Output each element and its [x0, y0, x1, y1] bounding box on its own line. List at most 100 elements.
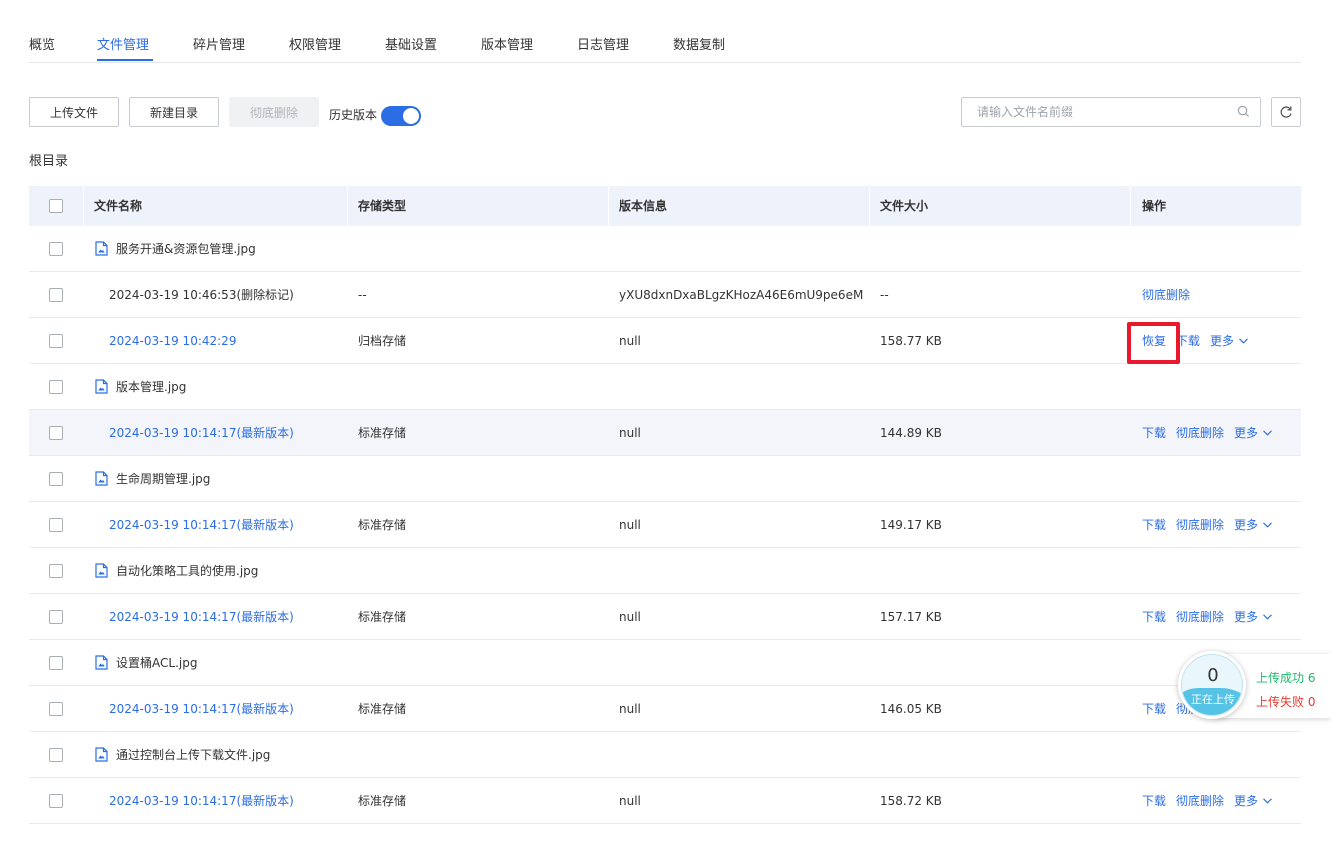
more-label: 更多 [1234, 426, 1259, 440]
row-checkbox[interactable] [49, 242, 63, 256]
search-input[interactable] [962, 98, 1232, 126]
refresh-button[interactable] [1271, 97, 1301, 127]
file-name: 设置桶ACL.jpg [116, 656, 198, 670]
restore-link[interactable]: 恢复 [1142, 318, 1166, 364]
image-file-icon [95, 241, 108, 256]
select-all-checkbox[interactable] [49, 199, 63, 213]
upload-file-button[interactable]: 上传文件 [29, 97, 119, 127]
version-time: 2024-03-19 10:46:53(删除标记) [109, 288, 294, 302]
breadcrumb: 根目录 [29, 154, 69, 169]
permanent-delete-link[interactable]: 彻底删除 [1176, 778, 1224, 824]
chevron-down-icon [1263, 522, 1272, 528]
header-file-size: 文件大小 [880, 199, 929, 213]
row-checkbox[interactable] [49, 564, 63, 578]
download-link[interactable]: 下载 [1142, 502, 1166, 548]
version-time[interactable]: 2024-03-19 10:14:17(最新版本) [109, 502, 294, 548]
new-directory-button[interactable]: 新建目录 [129, 97, 219, 127]
more-label: 更多 [1234, 610, 1259, 624]
version-time[interactable]: 2024-03-19 10:42:29 [109, 318, 236, 364]
tab-fragment-management[interactable]: 碎片管理 [193, 34, 245, 53]
uploading-label: 正在上传 [1191, 693, 1235, 706]
image-file-icon [95, 471, 108, 486]
history-version-toggle[interactable] [381, 106, 421, 126]
more-dropdown[interactable]: 更多 [1210, 318, 1248, 364]
header-actions: 操作 [1142, 199, 1167, 213]
more-label: 更多 [1234, 794, 1259, 808]
version-time[interactable]: 2024-03-19 10:14:17(最新版本) [109, 686, 294, 732]
chevron-down-icon [1239, 338, 1248, 344]
row-checkbox[interactable] [49, 794, 63, 808]
tab-file-management[interactable]: 文件管理 [97, 34, 149, 53]
storage-type: 标准存储 [358, 702, 407, 716]
permanent-delete-link[interactable]: 彻底删除 [1142, 272, 1190, 318]
more-dropdown[interactable]: 更多 [1234, 778, 1272, 824]
chevron-down-icon [1263, 798, 1272, 804]
row-checkbox[interactable] [49, 288, 63, 302]
file-table: 文件名称 存储类型 版本信息 文件大小 操作 服务开通&资源包管理.jpg 202… [29, 186, 1301, 824]
row-checkbox[interactable] [49, 748, 63, 762]
more-label: 更多 [1210, 334, 1235, 348]
row-checkbox[interactable] [49, 702, 63, 716]
file-size: -- [880, 288, 889, 302]
header-version-info: 版本信息 [619, 199, 668, 213]
file-size: 149.17 KB [880, 518, 942, 532]
header-file-name: 文件名称 [94, 199, 143, 213]
version-time[interactable]: 2024-03-19 10:14:17(最新版本) [109, 594, 294, 640]
image-file-icon [95, 655, 108, 670]
tab-permission-management[interactable]: 权限管理 [289, 34, 341, 53]
tab-overview[interactable]: 概览 [29, 34, 55, 53]
chevron-down-icon [1263, 614, 1272, 620]
permanent-delete-button[interactable]: 彻底删除 [229, 97, 319, 127]
toggle-knob [403, 108, 419, 124]
version-id: null [619, 334, 641, 348]
row-actions: 下载彻底删除更多 [1142, 502, 1272, 548]
row-checkbox[interactable] [49, 518, 63, 532]
storage-type: -- [358, 288, 367, 302]
row-checkbox[interactable] [49, 656, 63, 670]
tab-data-replication[interactable]: 数据复制 [673, 34, 725, 53]
active-tab-indicator [97, 59, 153, 61]
download-link[interactable]: 下载 [1142, 778, 1166, 824]
version-id: yXU8dxnDxaBLgzKHozA46E6mU9pe6eM [619, 288, 864, 302]
chevron-down-icon [1263, 430, 1272, 436]
image-file-icon [95, 747, 108, 762]
file-size: 144.89 KB [880, 426, 942, 440]
table-body: 服务开通&资源包管理.jpg 2024-03-19 10:46:53(删除标记) -… [29, 226, 1301, 824]
table-row: 生命周期管理.jpg [29, 456, 1301, 502]
table-row: 2024-03-19 10:14:17(最新版本) 标准存储 null 144.89 … [29, 410, 1301, 456]
table-row: 2024-03-19 10:14:17(最新版本) 标准存储 null 158.72 … [29, 778, 1301, 824]
table-row: 自动化策略工具的使用.jpg [29, 548, 1301, 594]
table-row: 2024-03-19 10:14:17(最新版本) 标准存储 null 149.17 … [29, 502, 1301, 548]
row-checkbox[interactable] [49, 380, 63, 394]
version-id: null [619, 426, 641, 440]
upload-progress-ball[interactable]: 0 正在上传 [1178, 651, 1246, 719]
search-icon[interactable] [1237, 105, 1250, 118]
image-file-icon [95, 379, 108, 394]
tab-basic-settings[interactable]: 基础设置 [385, 34, 437, 53]
row-checkbox[interactable] [49, 610, 63, 624]
download-link[interactable]: 下载 [1142, 594, 1166, 640]
tab-log-management[interactable]: 日志管理 [577, 34, 629, 53]
version-time[interactable]: 2024-03-19 10:14:17(最新版本) [109, 410, 294, 456]
table-row: 2024-03-19 10:14:17(最新版本) 标准存储 null 157.17 … [29, 594, 1301, 640]
row-checkbox[interactable] [49, 472, 63, 486]
permanent-delete-link[interactable]: 彻底删除 [1176, 594, 1224, 640]
version-time[interactable]: 2024-03-19 10:14:17(最新版本) [109, 778, 294, 824]
download-link[interactable]: 下载 [1142, 686, 1166, 732]
download-link[interactable]: 下载 [1176, 318, 1200, 364]
permanent-delete-link[interactable]: 彻底删除 [1176, 410, 1224, 456]
file-name: 服务开通&资源包管理.jpg [116, 242, 256, 256]
permanent-delete-link[interactable]: 彻底删除 [1176, 502, 1224, 548]
download-link[interactable]: 下载 [1142, 410, 1166, 456]
more-dropdown[interactable]: 更多 [1234, 594, 1272, 640]
table-row: 版本管理.jpg [29, 364, 1301, 410]
row-checkbox[interactable] [49, 334, 63, 348]
tab-version-management[interactable]: 版本管理 [481, 34, 533, 53]
row-checkbox[interactable] [49, 426, 63, 440]
more-dropdown[interactable]: 更多 [1234, 502, 1272, 548]
storage-type: 标准存储 [358, 610, 407, 624]
more-dropdown[interactable]: 更多 [1234, 410, 1272, 456]
more-label: 更多 [1234, 518, 1259, 532]
file-name: 生命周期管理.jpg [116, 472, 211, 486]
uploading-count: 0 [1207, 665, 1219, 686]
